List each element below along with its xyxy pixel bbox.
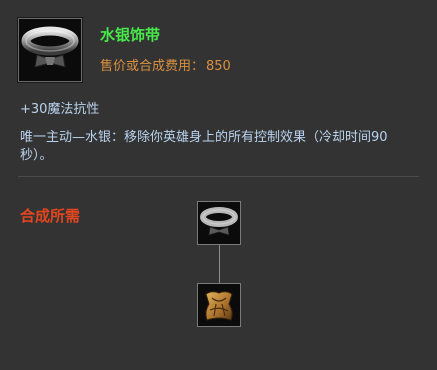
recipe-title: 合成所需 — [20, 207, 81, 225]
recipe-connector-line — [219, 245, 220, 283]
price-line: 售价或合成费用： 850 — [100, 55, 231, 74]
recipe-component-null-magic-mantle-icon[interactable] — [197, 283, 241, 327]
item-name: 水银饰带 — [100, 26, 161, 44]
price-value: 850 — [206, 59, 231, 74]
recipe-result-quicksilver-sash-icon[interactable] — [197, 201, 241, 245]
quicksilver-sash-icon — [18, 18, 82, 82]
item-stat: +30魔法抗性 — [20, 102, 100, 117]
item-description: 唯一主动—水银：移除你英雄身上的所有控制效果（冷却时间90秒）。 — [20, 130, 388, 163]
divider — [18, 176, 419, 177]
price-label: 售价或合成费用： — [100, 59, 205, 74]
